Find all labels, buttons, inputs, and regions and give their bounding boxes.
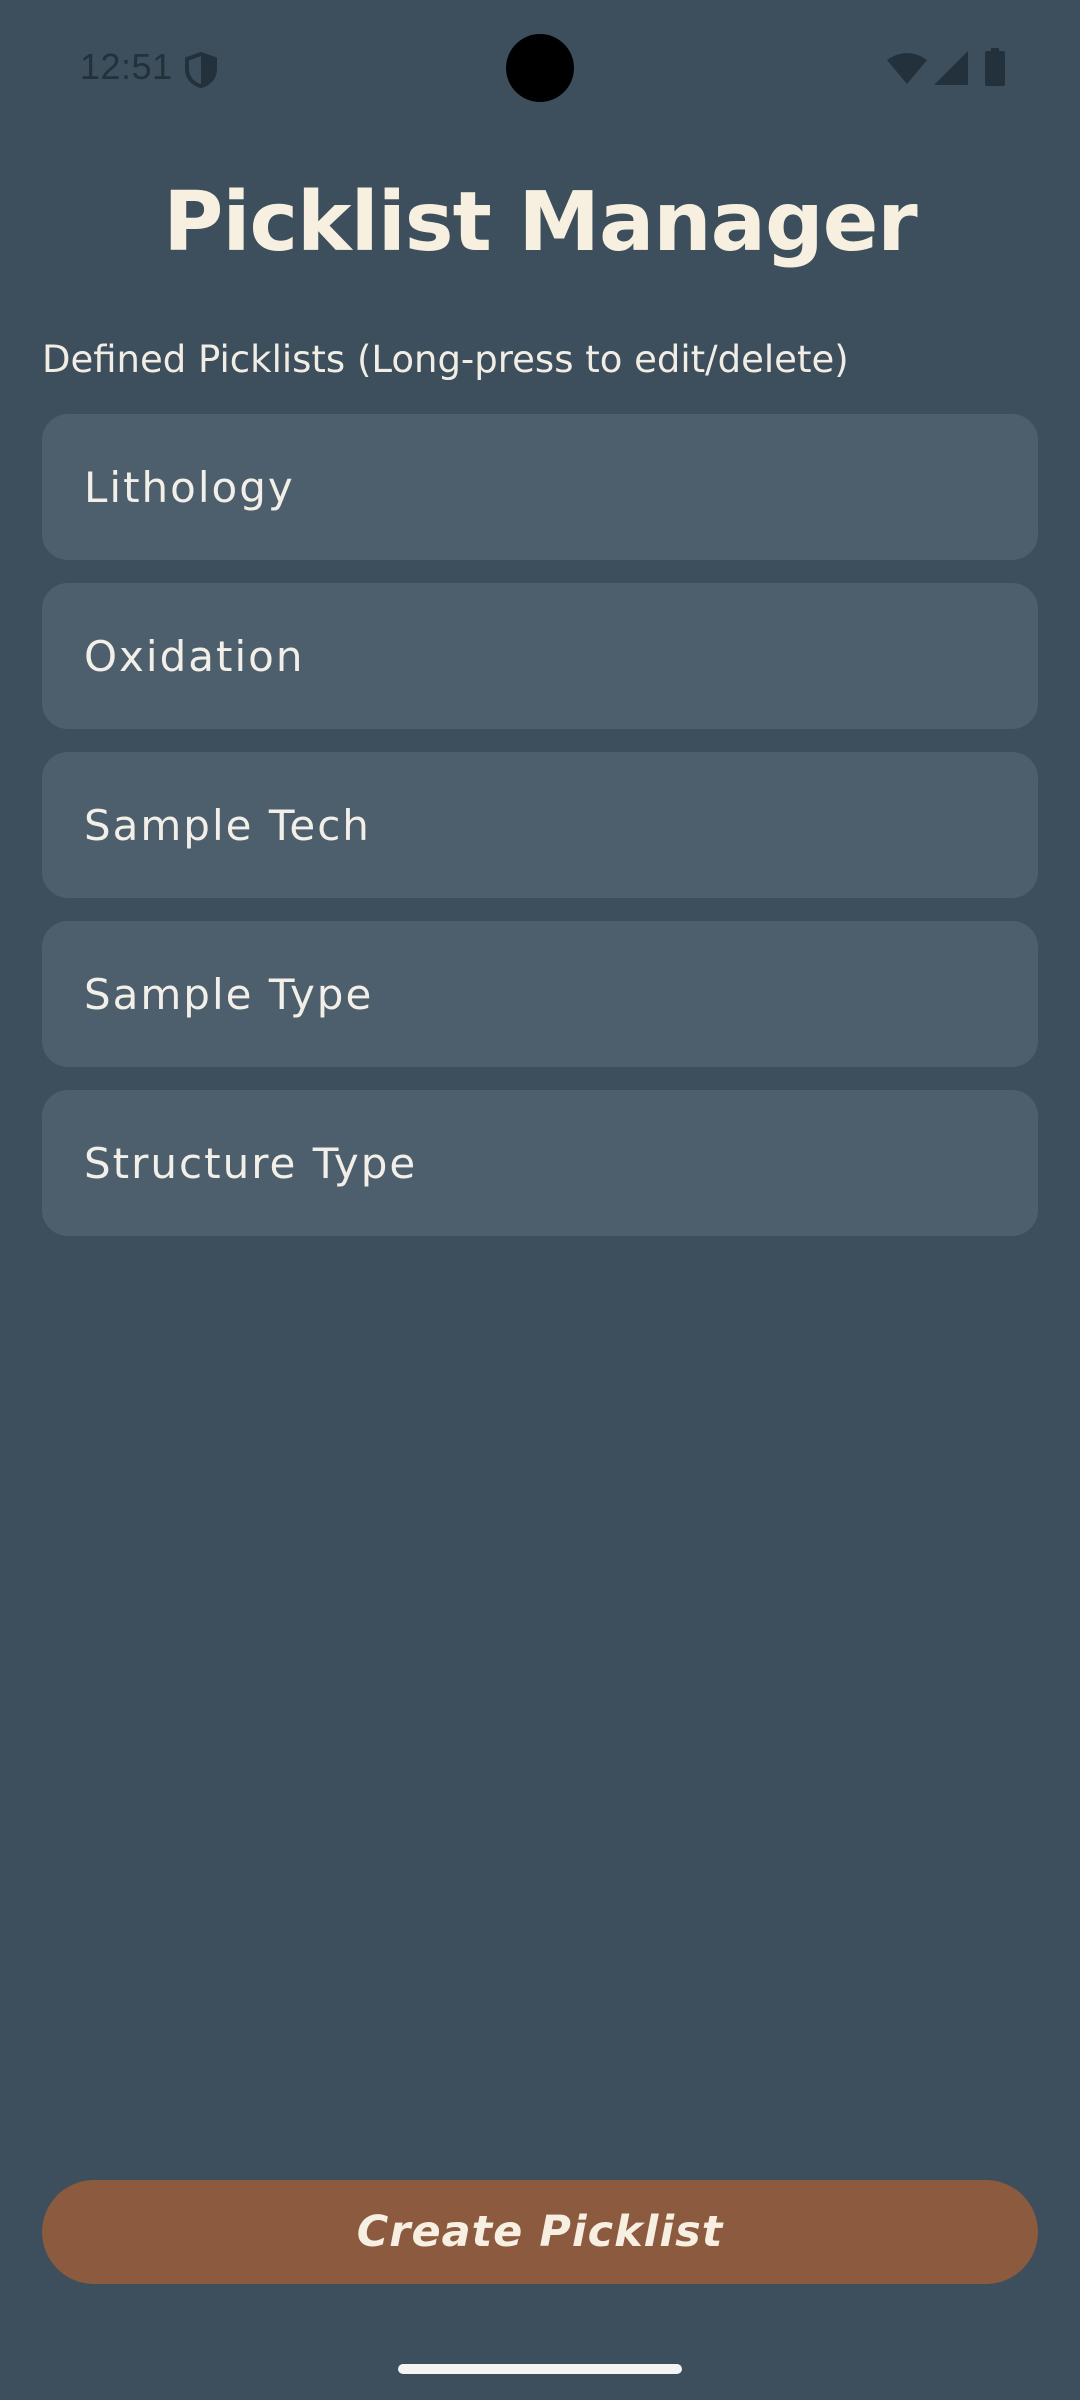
picklist-item-oxidation[interactable]: Oxidation	[42, 583, 1038, 729]
page-title: Picklist Manager	[163, 175, 918, 270]
camera-cutout	[506, 34, 574, 102]
picklist-item-structure-type[interactable]: Structure Type	[42, 1090, 1038, 1236]
picklist-item-label: Oxidation	[84, 631, 305, 681]
battery-icon	[985, 48, 1005, 86]
picklist-item-label: Lithology	[84, 462, 295, 512]
picklist-item-label: Sample Tech	[84, 800, 371, 850]
picklist-item-label: Sample Type	[84, 969, 374, 1019]
picklist-item-sample-type[interactable]: Sample Type	[42, 921, 1038, 1067]
picklist-item-label: Structure Type	[84, 1138, 418, 1188]
picklist-item-lithology[interactable]: Lithology	[42, 414, 1038, 560]
status-bar: 12:51	[0, 0, 1080, 135]
picklist-list: Lithology Oxidation Sample Tech Sample T…	[42, 414, 1038, 1259]
picklist-item-sample-tech[interactable]: Sample Tech	[42, 752, 1038, 898]
shield-icon	[185, 52, 217, 88]
status-time: 12:51	[80, 46, 173, 87]
wifi-icon	[887, 53, 927, 84]
section-label: Defined Picklists (Long-press to edit/de…	[42, 338, 849, 381]
create-picklist-label: Create Picklist	[356, 2207, 724, 2257]
create-picklist-button[interactable]: Create Picklist	[42, 2180, 1038, 2284]
signal-icon	[934, 51, 968, 85]
home-indicator[interactable]	[398, 2364, 682, 2374]
